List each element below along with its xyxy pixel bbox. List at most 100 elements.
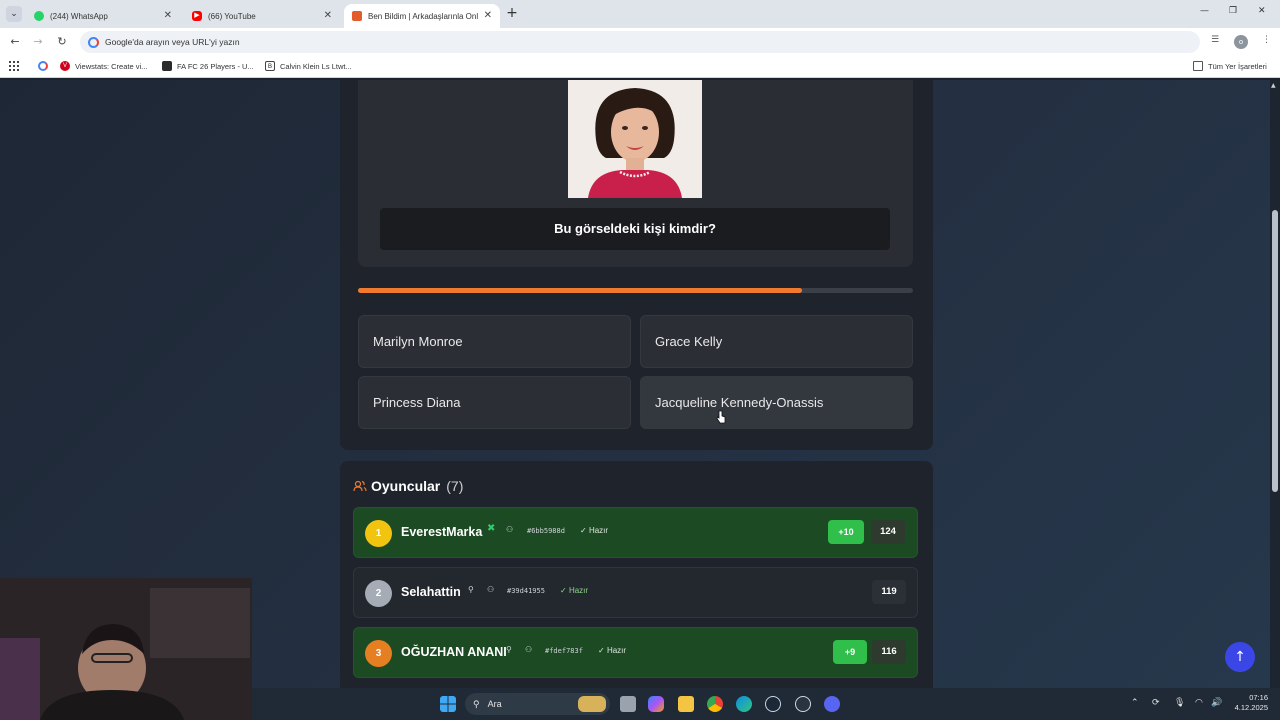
browser-toolbar: ← → ↻ Google'da arayın veya URL'yi yazın… (0, 28, 1280, 56)
bookmark-google[interactable] (38, 61, 53, 71)
player-id: #fdef783f (545, 647, 583, 655)
apps-grid-icon[interactable] (9, 61, 19, 71)
google-icon (88, 36, 99, 48)
taskbar-clock[interactable]: 07:16 4.12.2025 (1228, 693, 1268, 713)
avatar-small-icon: ⚇ (487, 585, 495, 594)
folder-icon (1193, 61, 1203, 71)
minimize-icon[interactable]: — (1200, 6, 1209, 16)
answer-option-3[interactable]: Princess Diana (358, 376, 631, 429)
app-icon[interactable] (795, 696, 811, 712)
score-badge: 124 (871, 520, 905, 544)
players-title: Oyuncular (371, 478, 441, 494)
tab-label: (66) YouTube (208, 11, 256, 21)
score-delta-badge: +10 (828, 520, 864, 544)
browser-tab-bar: ⌄ (244) WhatsApp ✕ ▶ (66) YouTube ✕ Ben … (0, 0, 1280, 28)
file-explorer-icon[interactable] (678, 696, 694, 712)
portrait-illustration (568, 80, 702, 198)
address-placeholder: Google'da arayın veya URL'yi yazın (105, 37, 240, 47)
users-icon (353, 480, 367, 492)
discord-icon[interactable] (824, 696, 840, 712)
rank-badge: 2 (365, 580, 392, 607)
wifi-icon[interactable]: ◠ (1195, 698, 1203, 708)
ready-status: ✓ Hazır (580, 526, 608, 535)
player-row: 2 Selahattin ⚲ ⚇ #39d41955 ✓ Hazır 119 (353, 567, 918, 618)
tab-ben-bildim[interactable]: Ben Bildim | Arkadaşlarınla Onl ✕ (344, 4, 500, 28)
bookmark-label: Viewstats: Create vi... (75, 61, 148, 71)
forward-arrow-icon[interactable]: → (31, 35, 45, 49)
ready-label: Hazır (588, 526, 609, 535)
ready-status: ✓ Hazır (560, 586, 588, 595)
tab-youtube[interactable]: ▶ (66) YouTube ✕ (184, 4, 340, 28)
player-name: Selahattin (401, 585, 461, 599)
question-image (568, 80, 702, 198)
reload-icon[interactable]: ↻ (55, 35, 69, 49)
xbox-icon: ✖ (487, 523, 496, 534)
avatar-small-icon: ⚇ (525, 645, 533, 654)
tray-chevron-up-icon[interactable]: ⌃ (1131, 698, 1139, 708)
player-id: #39d41955 (507, 587, 545, 595)
window-close-icon[interactable]: ✕ (1258, 6, 1266, 16)
task-view-icon[interactable] (620, 696, 636, 712)
players-count: (7) (446, 478, 464, 494)
user-icon: ⚲ (506, 645, 512, 654)
bookmark-label: FA FC 26 Players - U... (177, 61, 254, 71)
check-circle-icon: ✓ (560, 586, 567, 595)
avatar-small-icon: ⚇ (506, 525, 514, 534)
windows-start-icon[interactable] (440, 696, 456, 712)
whatsapp-icon (34, 11, 44, 21)
close-icon[interactable]: ✕ (164, 10, 172, 21)
maximize-icon[interactable]: ❐ (1229, 6, 1237, 16)
address-bar[interactable]: Google'da arayın veya URL'yi yazın (80, 31, 1200, 53)
chrome-icon[interactable] (707, 696, 723, 712)
sync-icon[interactable]: ⟳ (1152, 698, 1160, 708)
youtube-icon: ▶ (192, 11, 202, 21)
check-circle-icon: ✓ (580, 526, 587, 535)
new-tab-plus-icon[interactable]: + (505, 5, 519, 21)
scrollbar-thumb[interactable] (1272, 210, 1278, 492)
edge-icon[interactable] (736, 696, 752, 712)
reading-list-icon[interactable]: ☰ (1211, 35, 1219, 45)
player-row: 1 EverestMarka ✖ ⚇ #6bb5988d ✓ Hazır +10… (353, 507, 918, 558)
hand-cursor-icon (716, 410, 726, 424)
tab-whatsapp[interactable]: (244) WhatsApp ✕ (26, 4, 180, 28)
bookmarks-bar: V Viewstats: Create vi... FA FC 26 Playe… (0, 56, 1280, 78)
scroll-up-arrow-icon[interactable]: ▲ (1271, 82, 1276, 89)
answer-option-2[interactable]: Grace Kelly (640, 315, 913, 368)
back-arrow-icon[interactable]: ← (8, 35, 22, 49)
microphone-icon[interactable]: 🎙 (1174, 698, 1185, 708)
copilot-icon[interactable] (648, 696, 664, 712)
site-icon (352, 11, 362, 21)
tab-search-chevron-icon[interactable]: ⌄ (6, 6, 22, 22)
weather-widget-icon[interactable] (578, 696, 606, 712)
timer-progress-fill (358, 288, 802, 293)
ready-label: Hazır (568, 586, 589, 595)
all-bookmarks-label: Tüm Yer İşaretleri (1208, 61, 1267, 71)
steam-icon[interactable] (765, 696, 781, 712)
webcam-person-illustration (0, 578, 252, 720)
player-id: #6bb5988d (527, 527, 565, 535)
webcam-overlay (0, 578, 252, 720)
tab-label: Ben Bildim | Arkadaşlarınla Onl (368, 11, 479, 21)
profile-avatar[interactable]: o (1234, 35, 1248, 49)
volume-icon[interactable]: 🔊 (1211, 698, 1222, 708)
search-label: Ara (487, 699, 502, 709)
bookmark-fc26[interactable]: FA FC 26 Players - U... (162, 61, 254, 71)
bookmark-viewstats[interactable]: V Viewstats: Create vi... (60, 61, 147, 71)
bookmark-calvin-klein[interactable]: B Calvin Klein Ls Ltwt... (265, 61, 352, 71)
players-header: Oyuncular (7) (353, 478, 463, 494)
answer-option-4[interactable]: Jacqueline Kennedy-Onassis (640, 376, 913, 429)
player-name: OĞUZHAN ANANI (401, 645, 507, 659)
score-badge: 116 (872, 640, 906, 664)
check-circle-icon: ✓ (598, 646, 605, 655)
close-icon[interactable]: ✕ (484, 10, 492, 21)
google-icon (38, 61, 48, 71)
answer-option-1[interactable]: Marilyn Monroe (358, 315, 631, 368)
kebab-menu-icon[interactable]: ⋮ (1262, 35, 1271, 45)
all-bookmarks[interactable]: Tüm Yer İşaretleri (1193, 61, 1267, 71)
question-text: Bu görseldeki kişi kimdir? (380, 208, 890, 250)
rank-badge: 1 (365, 520, 392, 547)
scroll-to-top-button[interactable]: ↑ (1225, 642, 1255, 672)
close-icon[interactable]: ✕ (324, 10, 332, 21)
viewstats-icon: V (60, 61, 70, 71)
player-row: 3 OĞUZHAN ANANI ⚲ ⚇ #fdef783f ✓ Hazır +9… (353, 627, 918, 678)
